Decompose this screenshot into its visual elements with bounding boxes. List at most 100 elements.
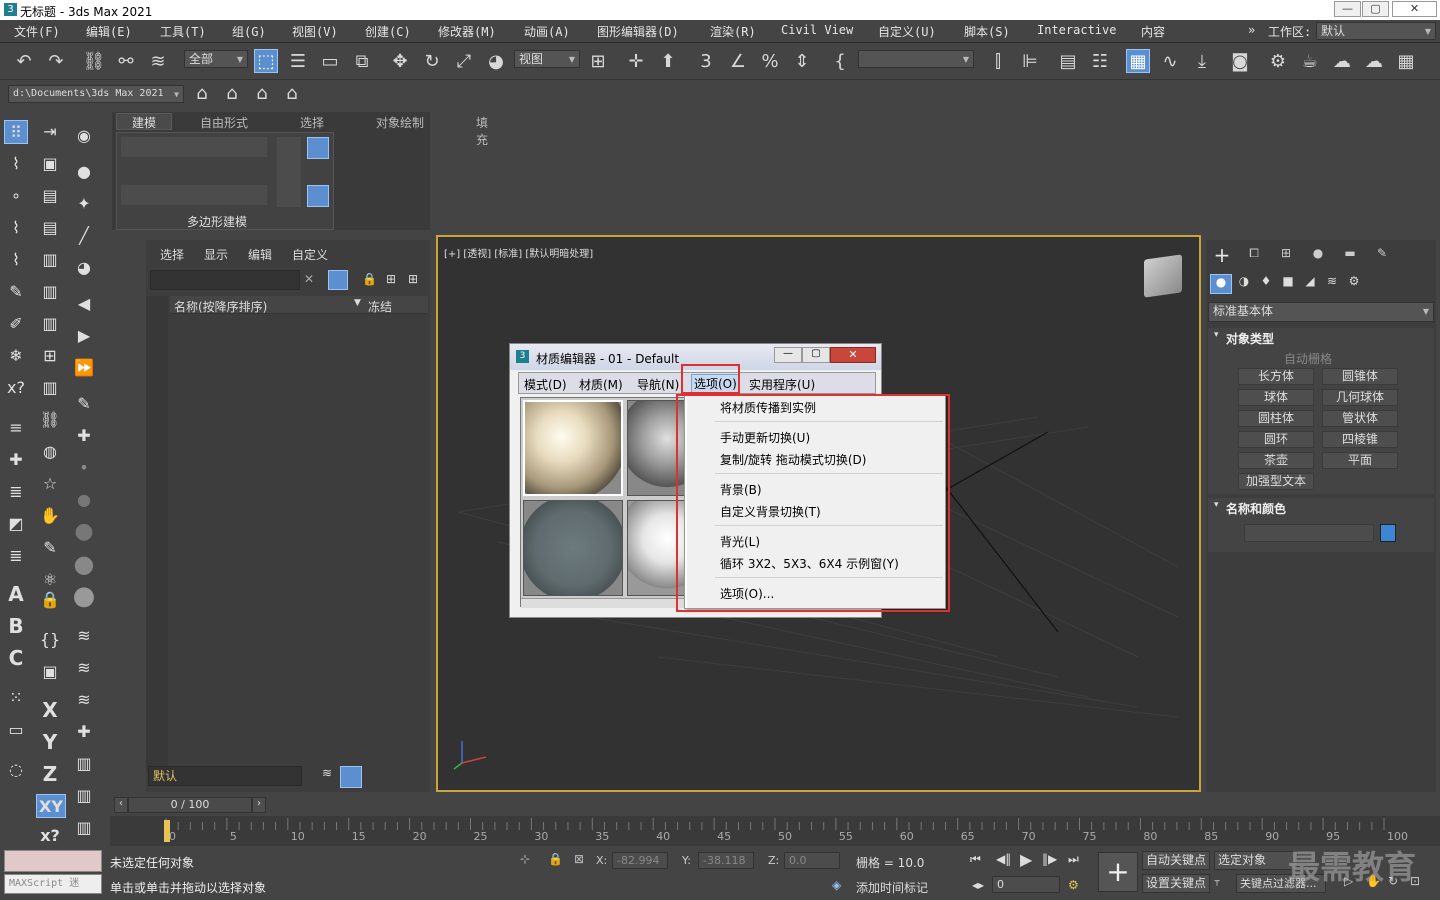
current-frame-input[interactable]: 0 [992,876,1060,893]
sample-slot-1[interactable] [523,400,623,496]
select-by-name-icon[interactable]: ☰ [286,50,310,74]
explorer-tab-edit[interactable]: 编辑 [248,246,272,263]
absolute-mode-icon[interactable]: ⊠ [574,852,584,866]
mat-menu-utilities[interactable]: 实用程序(U) [749,376,815,393]
cone-button[interactable]: 圆锥体 [1322,368,1398,385]
goto-end-icon[interactable]: ⏭ [1068,852,1079,867]
ribbon-tab-selection[interactable]: 选择 [300,114,324,131]
render-cloud-icon[interactable]: ☁ [1362,50,1386,74]
lights-category-icon[interactable]: ♦ [1256,274,1276,294]
prev-frame-icon[interactable]: ◀‖ [996,852,1011,866]
schematic-view-icon[interactable]: ⤓ [1190,50,1214,74]
goto-start-icon[interactable]: ⏮ [970,852,981,867]
project-folder-icon[interactable]: ⌂ [190,82,214,106]
cameras-category-icon[interactable]: ■ [1278,274,1298,294]
forward-icon[interactable]: ⏩ [72,356,96,380]
explorer-tab-display[interactable]: 显示 [204,246,228,263]
viewport-label[interactable]: [+] [透视] [标准] [默认明暗处理] [444,245,593,260]
utilities-tab-icon[interactable]: ✎ [1370,246,1394,266]
menu-overflow-icon[interactable]: » [1248,23,1255,37]
ball-icon[interactable]: ◕ [72,256,96,280]
layer-g-icon[interactable]: ▥ [72,816,96,840]
set-key-big-button[interactable]: + [1098,852,1138,892]
align-icon[interactable]: ⊫ [1018,50,1042,74]
shapes-category-icon[interactable]: ◑ [1234,274,1254,294]
ribbon-tab-populate[interactable]: 填充 [476,114,488,148]
named-selection-dropdown[interactable] [858,50,974,68]
render-setup-icon[interactable]: ⚙ [1266,50,1290,74]
box-icon[interactable]: ▣ [38,152,62,176]
layer-dropdown[interactable]: 默认 [148,766,302,786]
time-config-icon[interactable]: ⚙ [1068,878,1079,892]
workspace-dropdown[interactable]: 默认 [1316,22,1436,40]
ribbon-toggle-icon[interactable]: ▦ [1126,49,1150,73]
xform-icon[interactable]: x? [4,376,28,400]
selection-filter-dropdown[interactable]: 全部 [184,50,248,68]
maxscript-input[interactable]: MAXScript 迷 [4,874,102,894]
spacewarps-category-icon[interactable]: ≋ [1322,274,1342,294]
curve-editor-icon[interactable]: ∿ [1158,50,1182,74]
sphere-button[interactable]: 球体 [1238,389,1314,406]
spinner-snap-icon[interactable]: ⇕ [790,50,814,74]
place-icon[interactable]: ◕ [484,50,508,74]
layer-stack-icon[interactable]: ≣ [4,544,28,568]
key-mode-icon[interactable]: ◂▸ [972,878,984,892]
freeze-icon[interactable]: ❄ [4,344,28,368]
helpers-category-icon[interactable]: ◢ [1300,274,1320,294]
ruler-icon[interactable]: ▭ [4,718,28,742]
explorer-tab-select[interactable]: 选择 [160,246,184,263]
pan-icon[interactable]: ✋ [1366,874,1381,888]
layer-f-icon[interactable]: ▥ [72,784,96,808]
menu-content[interactable]: 内容 [1141,23,1165,40]
axis-x-icon[interactable]: X [38,698,62,722]
menu-file[interactable]: 文件(F) [14,23,60,40]
pin-icon[interactable]: ✚ [72,424,96,448]
layer-b-icon[interactable]: ≋ [72,656,96,680]
unlink-icon[interactable]: ⚯ [114,50,138,74]
time-next-button[interactable]: › [252,797,266,813]
material-editor-maximize-button[interactable]: ▢ [802,347,830,363]
play-icon[interactable]: ▶ [1020,850,1032,869]
geometry-category-icon[interactable]: ● [1210,274,1232,294]
axis-xy-icon[interactable]: XY [36,794,66,818]
orbit-nav-icon[interactable]: ↻ [1388,874,1398,888]
display-icon[interactable]: ◉ [72,124,96,148]
braces-icon[interactable]: {} [38,628,62,652]
text-plus-button[interactable]: 加强型文本 [1238,473,1314,490]
angle-snap-icon[interactable]: ∠ [726,50,750,74]
menu-customize[interactable]: 自定义(U) [878,23,936,40]
connect-icon[interactable]: ⌇ [4,248,28,272]
ribbon-blue-tool2-icon[interactable] [307,185,329,207]
mat-menu-navigation[interactable]: 导航(N) [637,376,679,393]
cylinder-button[interactable]: 圆柱体 [1238,410,1314,427]
minimize-button[interactable]: — [1334,1,1361,17]
clear-search-icon[interactable]: ✕ [304,272,314,286]
select-manipulate-icon[interactable]: ✛ [624,50,648,74]
pyramid-button[interactable]: 四棱锥 [1322,431,1398,448]
column-name-header[interactable]: 名称(按降序排序) [174,298,267,315]
rollout-collapse-2-icon[interactable]: ▾ [1214,500,1219,510]
dot-small-icon[interactable]: • [72,456,96,480]
torus-button[interactable]: 圆环 [1238,431,1314,448]
isolate-selection-icon[interactable]: ⊹ [520,852,530,866]
group-icon[interactable]: ▥ [38,312,62,336]
grid-snap-icon[interactable]: ⁙ [4,686,28,710]
menu-edit[interactable]: 编辑(E) [86,23,132,40]
rotate-icon[interactable]: ↻ [420,50,444,74]
selection-lock-icon[interactable]: 🔒 [548,852,563,866]
add-modifier-icon[interactable]: ✚ [4,448,28,472]
time-prev-button[interactable]: ‹ [114,797,128,813]
dot-xlarge-icon[interactable]: ● [72,552,96,576]
object-category-dropdown[interactable]: 标准基本体 [1208,302,1434,322]
save-icon[interactable]: ▥ [38,376,62,400]
menu-views[interactable]: 视图(V) [292,23,338,40]
menu-scripting[interactable]: 脚本(S) [964,23,1010,40]
wrench-icon[interactable]: ✎ [72,392,96,416]
material-editor-minimize-button[interactable]: — [774,347,802,363]
brush-icon[interactable]: ✎ [38,536,62,560]
layer-icon[interactable]: ▤ [38,216,62,240]
hand-icon[interactable]: ✋ [38,504,62,528]
maximize-viewport-icon[interactable]: ⊡ [1410,874,1420,888]
motion-tab-icon[interactable]: ● [1306,246,1330,266]
select-region-icon[interactable]: ◩ [4,512,28,536]
